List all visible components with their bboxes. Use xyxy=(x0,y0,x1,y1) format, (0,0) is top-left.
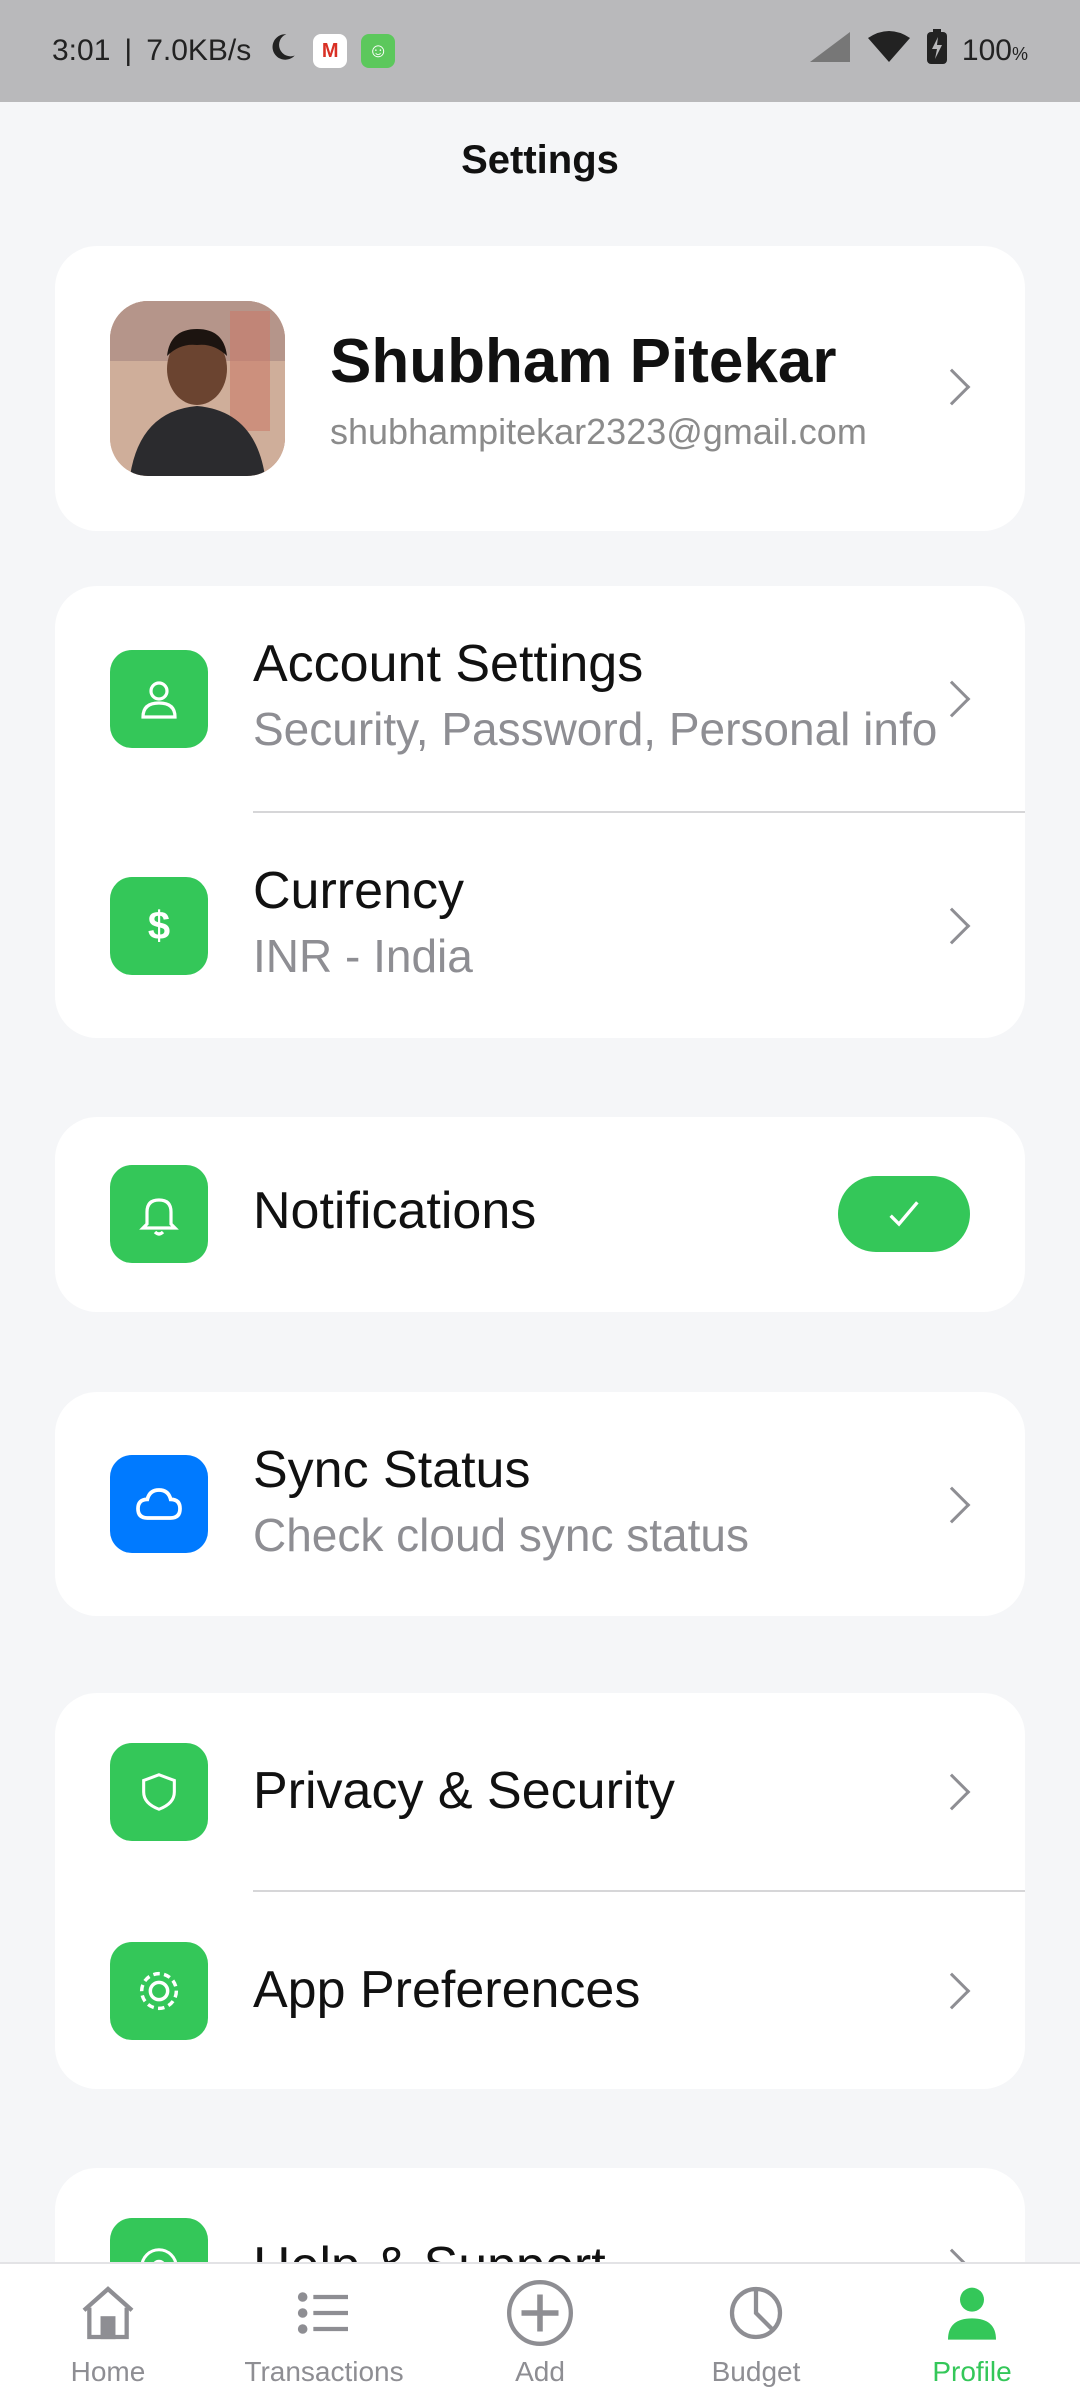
bottom-navigation: Home Transactions Add Budget Profile xyxy=(0,2262,1080,2400)
chevron-right-icon xyxy=(933,1773,971,1811)
status-bar-left: 3:01 | 7.0KB/s M ☺ xyxy=(52,30,396,72)
nav-add-label: Add xyxy=(515,2356,565,2387)
status-network-speed: 7.0KB/s xyxy=(146,34,252,67)
status-bar-right: 100% xyxy=(808,29,1028,73)
nav-profile[interactable]: Profile xyxy=(864,2276,1080,2388)
wifi-icon xyxy=(866,30,912,72)
chevron-right-icon xyxy=(933,907,971,945)
nav-home-label: Home xyxy=(70,2356,146,2387)
notifications-title: Notifications xyxy=(253,1182,537,1240)
home-icon xyxy=(71,2276,145,2350)
privacy-security-row[interactable]: Privacy & Security xyxy=(55,1693,1025,1891)
checkmark-icon xyxy=(889,1201,919,1227)
sync-status-title: Sync Status xyxy=(253,1441,531,1499)
notifications-toggle[interactable] xyxy=(838,1176,970,1252)
nav-budget-label: Budget xyxy=(711,2356,801,2387)
notifications-card: Notifications xyxy=(55,1117,1025,1312)
status-time: 3:01 xyxy=(52,34,111,67)
nav-transactions[interactable]: Transactions xyxy=(216,2276,432,2388)
list-icon xyxy=(287,2276,361,2350)
bell-icon xyxy=(110,1165,208,1263)
dollar-icon: $ xyxy=(110,877,208,975)
currency-row[interactable]: $ Currency INR - India xyxy=(55,813,1025,1038)
account-settings-card: Account Settings Security, Password, Per… xyxy=(55,586,1025,1038)
person-icon xyxy=(110,650,208,748)
battery-icon xyxy=(926,29,948,73)
app-preferences-title: App Preferences xyxy=(253,1961,641,2019)
avatar xyxy=(110,301,285,476)
chevron-right-icon xyxy=(933,1486,971,1524)
nav-home[interactable]: Home xyxy=(0,2276,216,2388)
app-preferences-row[interactable]: App Preferences xyxy=(55,1892,1025,2089)
privacy-security-title: Privacy & Security xyxy=(253,1762,675,1820)
profile-name: Shubham Pitekar xyxy=(330,327,837,396)
privacy-preferences-card: Privacy & Security App Preferences xyxy=(55,1693,1025,2089)
battery-percent: 100% xyxy=(961,34,1028,67)
nav-add[interactable]: Add xyxy=(432,2276,648,2388)
nav-profile-label: Profile xyxy=(932,2356,1012,2387)
android-app-icon: ☺ xyxy=(361,34,396,68)
sync-status-card[interactable]: Sync Status Check cloud sync status xyxy=(55,1392,1025,1616)
account-settings-row[interactable]: Account Settings Security, Password, Per… xyxy=(55,586,1025,812)
currency-title: Currency xyxy=(253,862,464,920)
shield-icon xyxy=(110,1743,208,1841)
cloud-icon xyxy=(110,1455,208,1553)
sync-status-subtitle: Check cloud sync status xyxy=(253,1509,750,1561)
nav-transactions-label: Transactions xyxy=(244,2356,404,2387)
chevron-right-icon xyxy=(933,368,971,406)
profile-card[interactable]: Shubham Pitekar shubhampitekar2323@gmail… xyxy=(55,246,1025,531)
gear-icon xyxy=(110,1942,208,2040)
signal-icon xyxy=(808,30,852,72)
moon-icon xyxy=(265,30,299,72)
account-settings-subtitle: Security, Password, Personal info xyxy=(253,703,938,755)
gmail-icon: M xyxy=(313,34,348,68)
status-bar: 3:01 | 7.0KB/s M ☺ 100% xyxy=(0,0,1080,102)
nav-budget[interactable]: Budget xyxy=(648,2276,864,2388)
currency-subtitle: INR - India xyxy=(253,930,473,982)
add-icon xyxy=(503,2276,577,2350)
chevron-right-icon xyxy=(933,1972,971,2010)
account-settings-title: Account Settings xyxy=(253,635,644,693)
pie-chart-icon xyxy=(719,2276,793,2350)
profile-email: shubhampitekar2323@gmail.com xyxy=(330,411,867,452)
page-title: Settings xyxy=(461,138,619,182)
chevron-right-icon xyxy=(933,680,971,718)
status-separator: | xyxy=(124,34,133,67)
person-icon xyxy=(935,2276,1009,2350)
